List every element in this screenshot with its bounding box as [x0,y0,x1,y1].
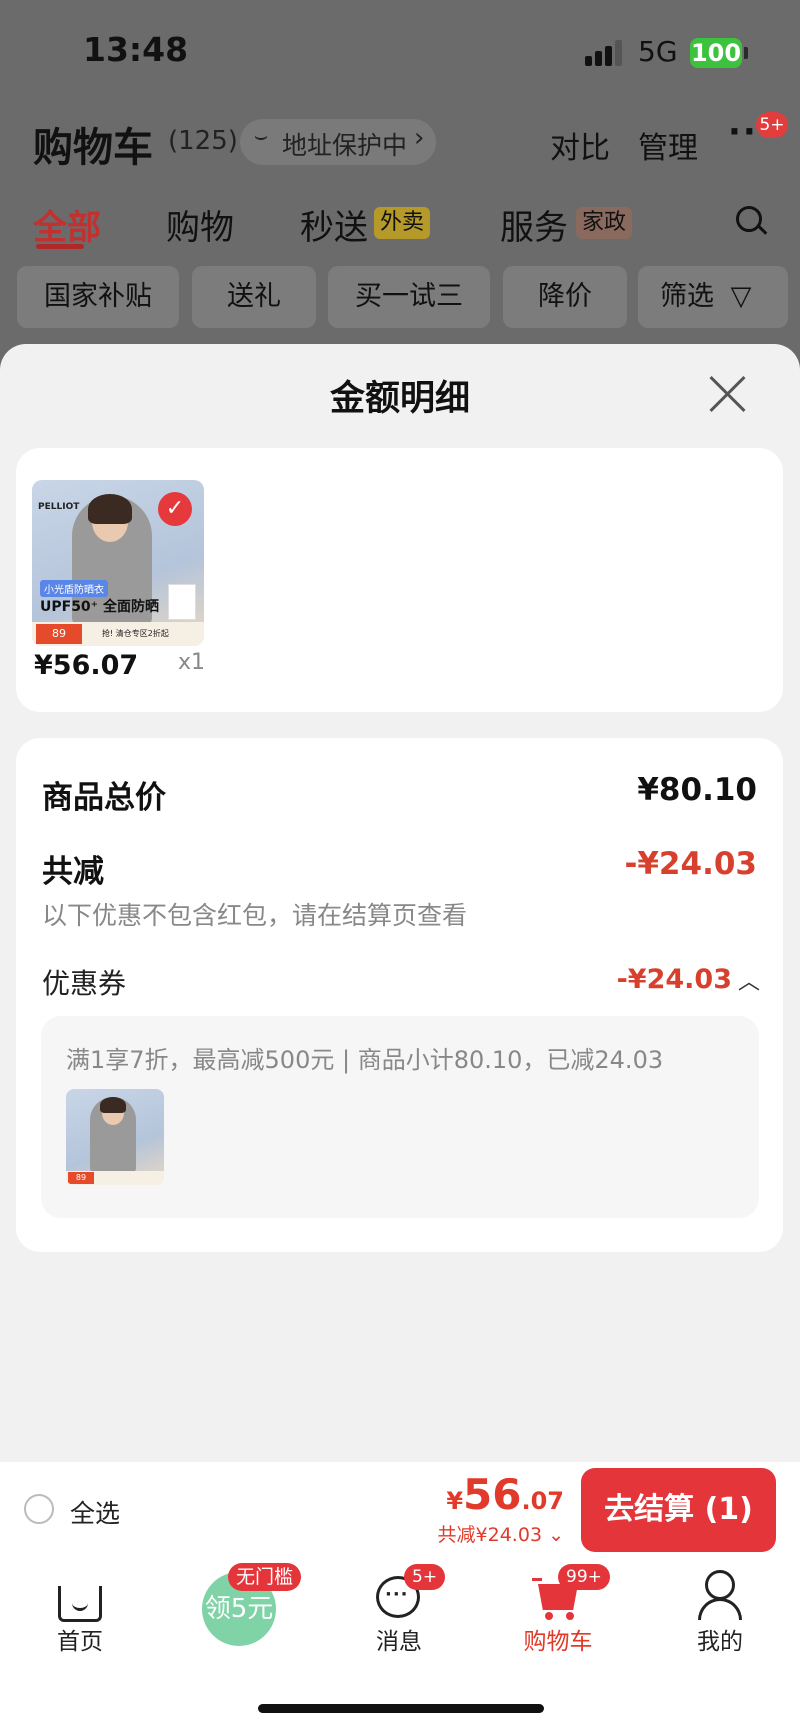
item-price: ¥56.07 [34,650,139,681]
search-icon-handle [756,224,768,235]
total-discount: 共减¥24.03 [437,1524,543,1546]
chevron-down-icon: ⌄ [542,1524,564,1546]
shield-icon: ⌣ [253,124,269,149]
coupon-label: 优惠券 [42,967,127,1000]
product-image-tag: 小光盾防晒衣 [40,580,108,597]
coupon-badge: 无门槛 [228,1563,302,1591]
status-time: 13:48 [83,30,189,69]
discount-note: 以下优惠不包含红包，请在结算页查看 [42,901,468,930]
product-image-promo: 抢! 清仓专区2折起 [102,629,169,638]
filter-national-subsidy[interactable]: 国家补贴 [17,266,179,328]
tab-home-label[interactable]: 首页 [30,1622,130,1656]
tab-active-indicator [36,244,84,249]
goods-total-value: ¥80.10 [637,772,757,808]
cart-icon-handle [532,1578,542,1581]
coupon-description: 满1享7折，最高减500元 | 商品小计80.10，已减24.03 [66,1046,664,1074]
filter-label: 筛选 [660,281,714,312]
product-image-brand: PELLIOT [38,502,80,512]
product-image-headline: UPF50⁺ 全面防晒 [40,599,159,615]
tab-service-tag: 家政 [576,207,633,239]
checkmark-icon[interactable]: ✓ [158,492,192,526]
total-currency: ¥ [446,1487,464,1515]
select-all-radio[interactable] [24,1494,54,1524]
filter-button[interactable]: 筛选 ▽ [638,266,788,328]
total-price: ¥56.07 [446,1470,564,1519]
checkout-button[interactable]: 去结算 (1) [581,1468,776,1552]
product-image-price: 89 [36,624,82,644]
cart-count: (125) [168,126,238,156]
filter-price-drop[interactable]: 降价 [503,266,627,328]
total-integer: 56 [463,1470,522,1519]
signal-icon [585,40,625,66]
home-indicator [258,1704,544,1713]
tab-express[interactable]: 秒送 [300,200,368,249]
chevron-right-icon: › [414,123,425,153]
product-image-box [168,584,196,620]
cart-badge: 99+ [558,1564,610,1590]
manage-button[interactable]: 管理 [638,123,698,167]
message-icon-dots: ··· [385,1584,409,1605]
cart-icon-wheel [545,1612,553,1620]
network-type: 5G [638,35,678,68]
tab-me-label[interactable]: 我的 [670,1622,770,1656]
tab-cart-label[interactable]: 购物车 [508,1622,608,1656]
cart-icon-wheel [566,1612,574,1620]
battery-tip [744,47,748,59]
address-protect-label: 地址保护中 [282,131,408,160]
more-badge: 5+ [756,112,788,138]
messages-badge: 5+ [404,1564,446,1590]
coupon-product-image: 89 [66,1089,164,1185]
page-title: 购物车 [33,125,153,171]
funnel-icon: ▽ [730,281,752,312]
coupon-amount[interactable]: -¥24.03 [617,964,732,995]
discount-label: 共减 [42,854,104,890]
tab-messages-label[interactable]: 消息 [349,1622,449,1656]
total-decimal: .07 [521,1487,564,1515]
total-discount-toggle[interactable]: 共减¥24.03 ⌄ [438,1520,564,1547]
tab-express-tag: 外卖 [374,207,431,239]
close-icon[interactable] [708,374,748,414]
profile-icon[interactable] [705,1570,735,1600]
tab-shopping[interactable]: 购物 [166,200,234,249]
compare-button[interactable]: 对比 [550,123,610,167]
select-all-label[interactable]: 全选 [70,1494,120,1530]
sheet-title: 金额明细 [329,379,470,419]
coupon-product-price: 89 [68,1172,94,1184]
goods-total-label: 商品总价 [42,780,166,816]
item-quantity: x1 [178,650,206,675]
discount-value: -¥24.03 [624,846,758,882]
tab-all[interactable]: 全部 [33,200,101,249]
filter-gift[interactable]: 送礼 [192,266,316,328]
filter-buy-one-try-three[interactable]: 买一试三 [328,266,490,328]
battery-icon: 100 [690,38,742,68]
chevron-up-icon[interactable]: ︿ [738,964,760,996]
tab-service[interactable]: 服务 [500,200,568,249]
